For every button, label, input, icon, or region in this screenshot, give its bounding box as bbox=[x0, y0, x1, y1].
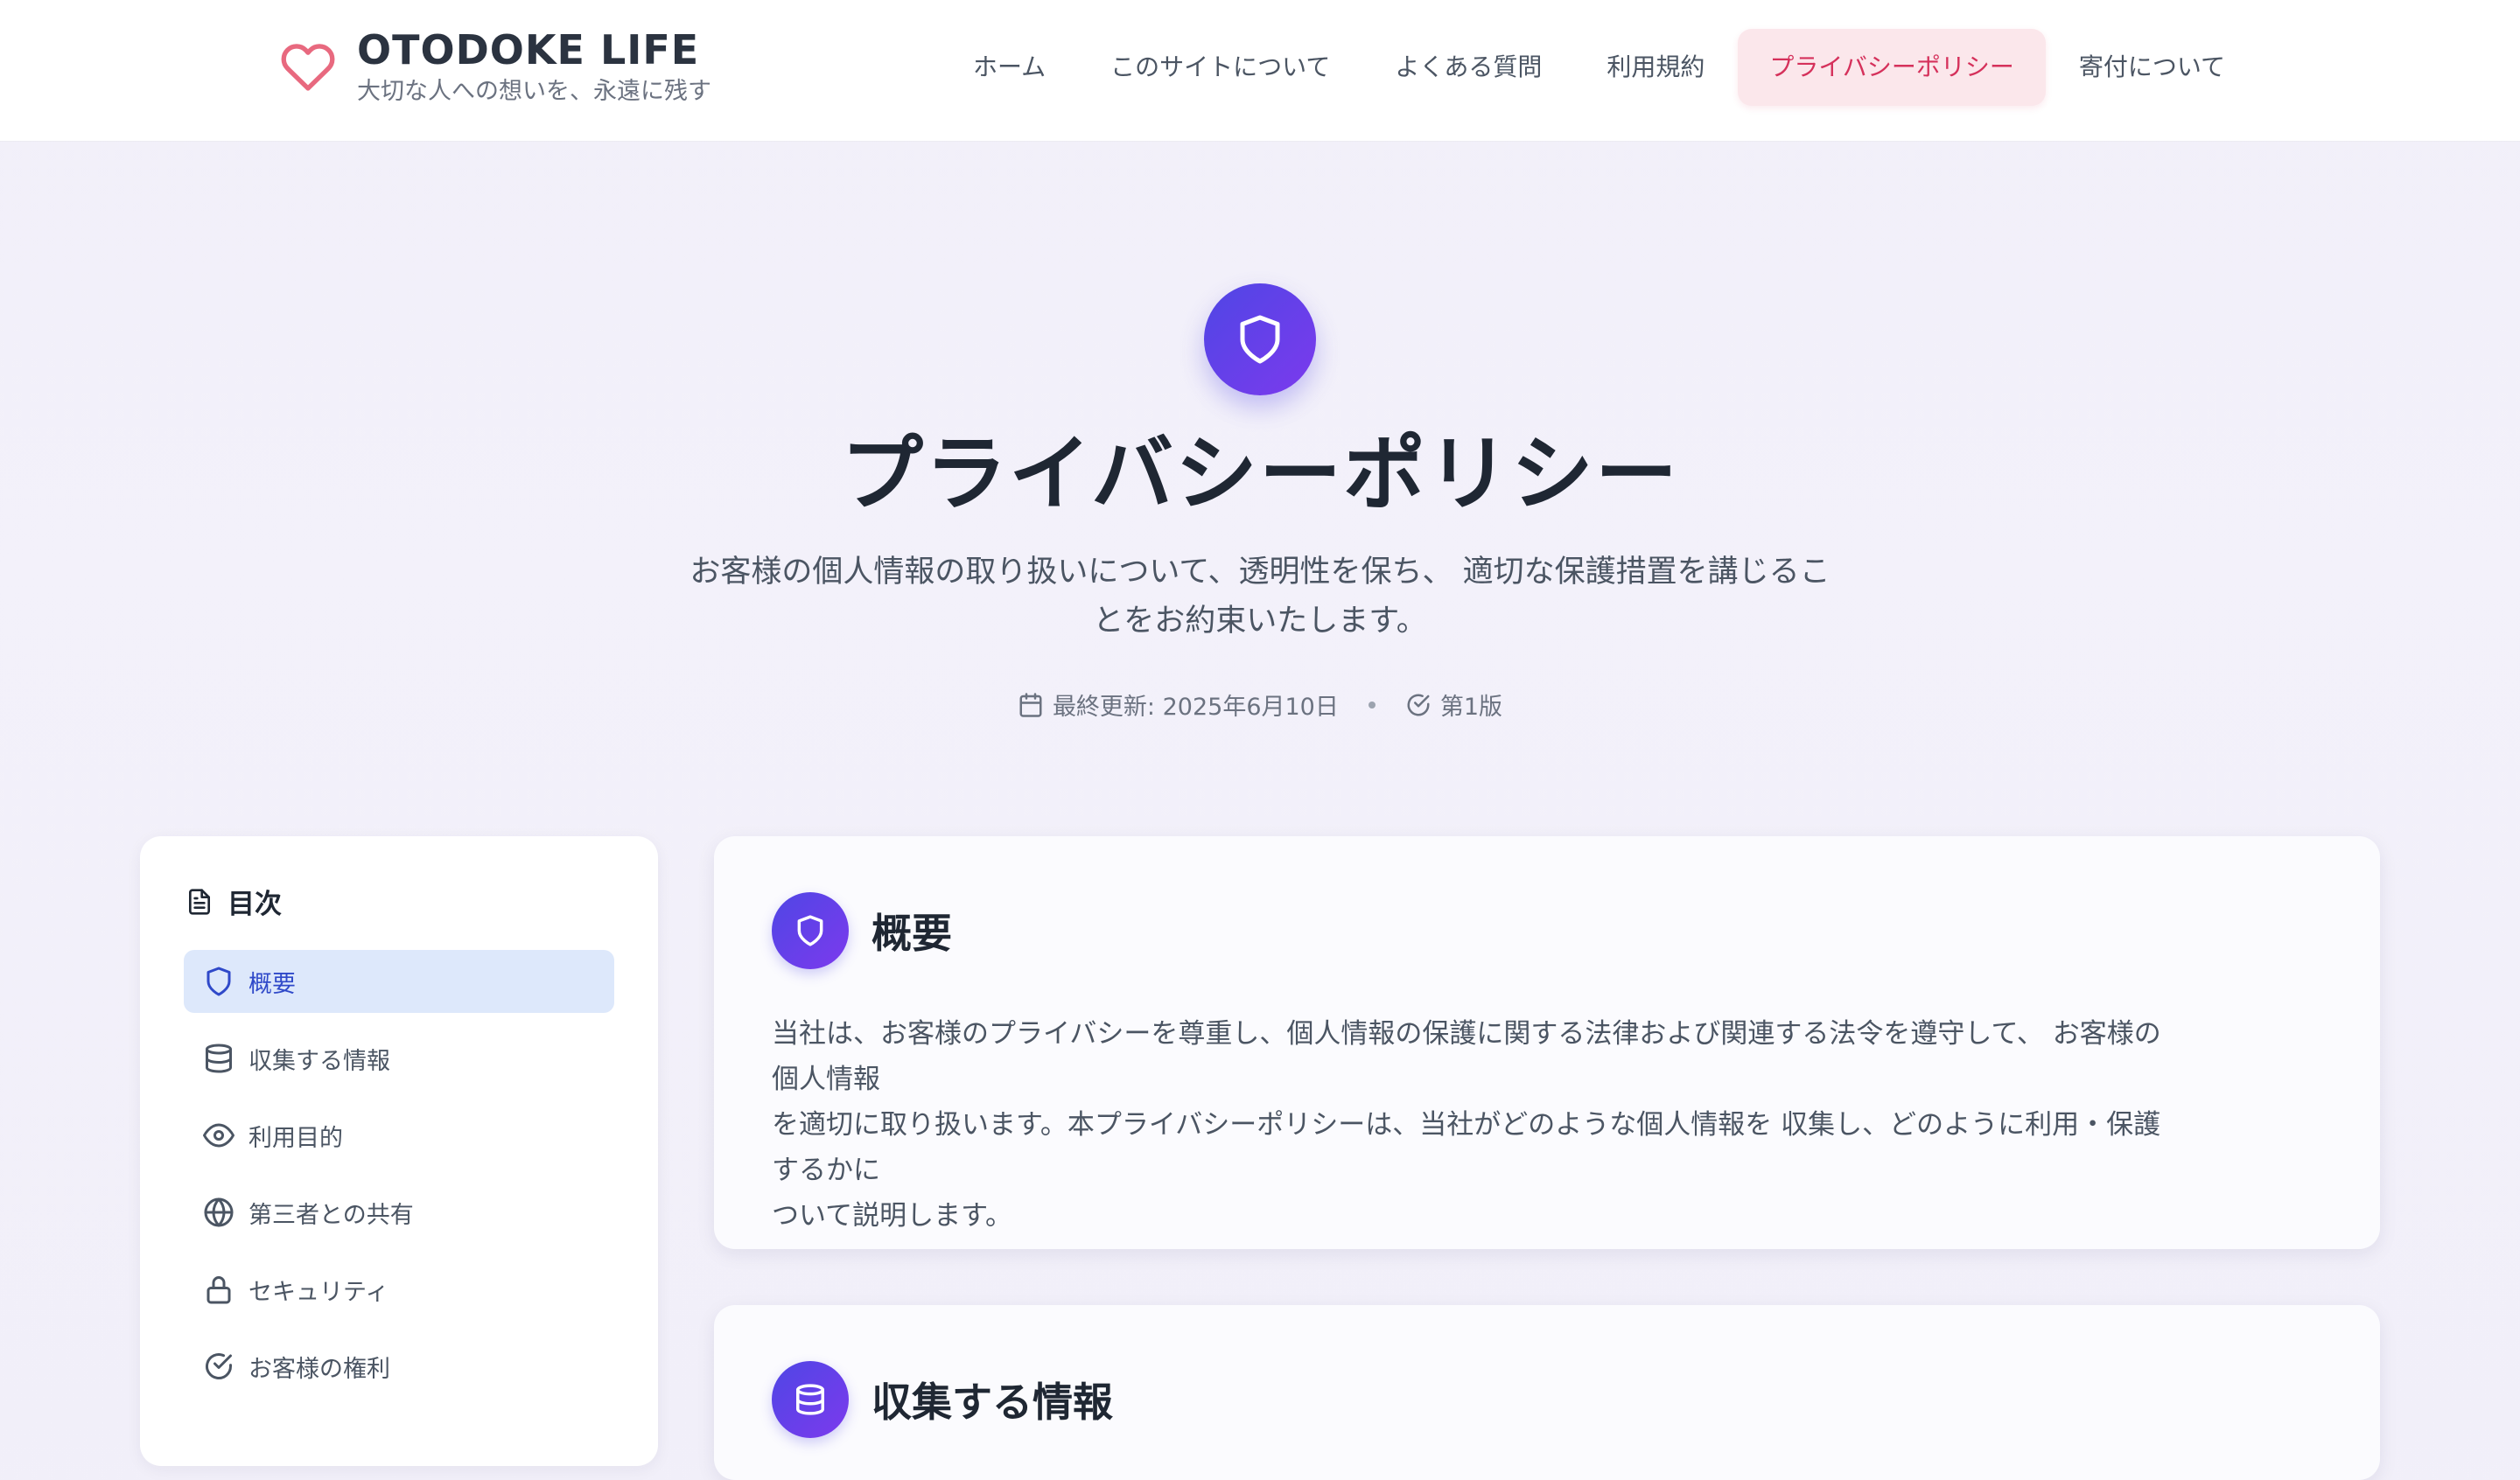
nav-donation[interactable]: 寄付について bbox=[2048, 29, 2257, 106]
toc-item-label: 概要 bbox=[248, 970, 296, 998]
section-title: 収集する情報 bbox=[872, 1379, 1113, 1426]
toc-item-label: お客様の権利 bbox=[248, 1355, 390, 1383]
eye-icon bbox=[203, 1123, 234, 1148]
toc-item-collected-info[interactable]: 収集する情報 bbox=[184, 1027, 614, 1090]
section-title: 概要 bbox=[872, 910, 952, 957]
brand-title: OTODOKE LIFE bbox=[357, 26, 700, 73]
heart-icon bbox=[281, 44, 335, 91]
page-title: プライバシーポリシー bbox=[840, 427, 1680, 522]
shield-icon bbox=[1240, 315, 1280, 364]
section-header: 概要 bbox=[772, 892, 952, 969]
nav-about[interactable]: このサイトについて bbox=[1079, 29, 1362, 106]
brand-subtitle: 大切な人への想いを、永遠に残す bbox=[357, 78, 711, 105]
section-collected-info: 収集する情報 bbox=[714, 1305, 2380, 1480]
nav-home[interactable]: ホーム bbox=[942, 29, 1077, 106]
nav-privacy-policy[interactable]: プライバシーポリシー bbox=[1738, 29, 2046, 106]
version: 第1版 bbox=[1405, 688, 1502, 722]
brand-logo[interactable]: OTODOKE LIFE 大切な人への想いを、永遠に残す bbox=[280, 24, 711, 107]
section-body-line: を適切に取り扱います。本プライバシーポリシーは、当社がどのような個人情報を 収集… bbox=[772, 1109, 2161, 1186]
toc-item-overview[interactable]: 概要 bbox=[184, 950, 614, 1013]
page-description: お客様の個人情報の取り扱いについて、透明性を保ち、 適切な保護措置を講じるこ と… bbox=[665, 548, 1855, 646]
toc-item-label: 利用目的 bbox=[248, 1124, 343, 1152]
section-icon-badge bbox=[772, 1361, 849, 1438]
section-body: 当社は、お客様のプライバシーを尊重し、個人情報の保護に関する法律および関連する法… bbox=[772, 1011, 2172, 1239]
toc-item-security[interactable]: セキュリティ bbox=[184, 1258, 614, 1321]
database-icon bbox=[206, 1044, 232, 1073]
check-circle-icon bbox=[1407, 694, 1430, 716]
globe-icon bbox=[204, 1197, 234, 1227]
brand-text: OTODOKE LIFE 大切な人への想いを、永遠に残す bbox=[357, 24, 711, 107]
site-header: OTODOKE LIFE 大切な人への想いを、永遠に残す ホーム このサイトにつ… bbox=[0, 0, 2520, 142]
section-body-line: ついて説明します。 bbox=[772, 1200, 1012, 1232]
meta-separator bbox=[1368, 701, 1376, 709]
lock-icon bbox=[206, 1276, 231, 1304]
toc-item-purpose[interactable]: 利用目的 bbox=[184, 1104, 614, 1167]
toc-list: 概要 収集する情報 利用目的 第三者との共有 セキュリティ お客様の権利 bbox=[184, 950, 614, 1412]
database-icon bbox=[796, 1384, 824, 1415]
toc-item-rights[interactable]: お客様の権利 bbox=[184, 1335, 614, 1398]
toc-heading: 目次 bbox=[186, 882, 282, 921]
table-of-contents: 目次 概要 収集する情報 利用目的 第三者との共有 セキュリティ お客様の権利 bbox=[140, 836, 658, 1466]
toc-item-label: 収集する情報 bbox=[248, 1047, 390, 1075]
page-meta: 最終更新: 2025年6月10日 第1版 bbox=[0, 688, 2520, 722]
toc-item-label: 第三者との共有 bbox=[248, 1201, 414, 1229]
section-header: 収集する情報 bbox=[772, 1361, 1113, 1438]
shield-icon bbox=[206, 967, 231, 996]
nav-faq[interactable]: よくある質問 bbox=[1363, 29, 1573, 106]
shield-icon bbox=[797, 915, 823, 946]
toc-title: 目次 bbox=[228, 889, 282, 920]
last-updated-text: 最終更新: 2025年6月10日 bbox=[1052, 694, 1339, 721]
toc-item-third-party[interactable]: 第三者との共有 bbox=[184, 1181, 614, 1244]
calendar-icon bbox=[1019, 692, 1042, 717]
section-body-line: 当社は、お客様のプライバシーを尊重し、個人情報の保護に関する法律および関連する法… bbox=[772, 1018, 2161, 1095]
nav-terms[interactable]: 利用規約 bbox=[1575, 29, 1736, 106]
main-nav: ホーム このサイトについて よくある質問 利用規約 プライバシーポリシー 寄付に… bbox=[942, 29, 2258, 106]
section-icon-badge bbox=[772, 892, 849, 969]
check-circle-icon bbox=[206, 1353, 232, 1379]
hero-shield-badge bbox=[1204, 283, 1316, 395]
document-icon bbox=[189, 888, 210, 915]
toc-item-label: セキュリティ bbox=[248, 1278, 389, 1306]
section-overview: 概要 当社は、お客様のプライバシーを尊重し、個人情報の保護に関する法律および関連… bbox=[714, 836, 2380, 1249]
page-description-line: とをお約束いたします。 bbox=[1093, 604, 1427, 639]
last-updated: 最終更新: 2025年6月10日 bbox=[1018, 688, 1339, 722]
page-description-line: お客様の個人情報の取り扱いについて、透明性を保ち、 適切な保護措置を講じるこ bbox=[690, 555, 1830, 590]
version-text: 第1版 bbox=[1439, 694, 1503, 721]
